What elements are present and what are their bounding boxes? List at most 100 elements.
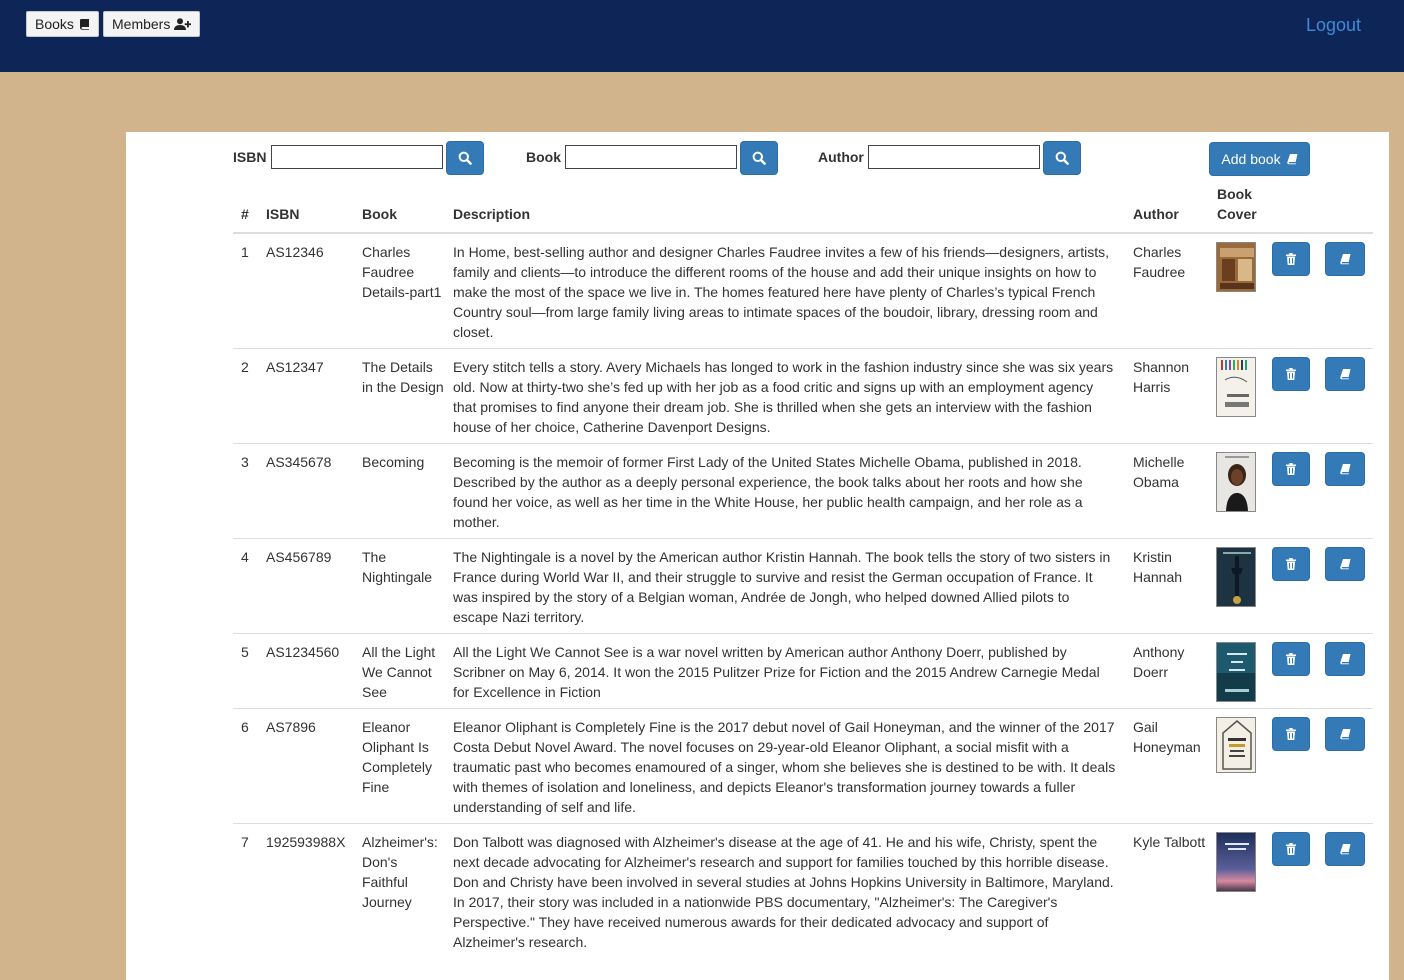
isbn-search-label: ISBN bbox=[233, 149, 267, 165]
author-search-button[interactable] bbox=[1043, 141, 1081, 175]
books-panel: ISBN Book Author Add book # ISBN Book De… bbox=[126, 132, 1389, 980]
book-icon bbox=[1339, 728, 1351, 740]
row-number: 7 bbox=[241, 834, 249, 850]
trash-icon bbox=[1286, 653, 1296, 665]
members-nav-label: Members bbox=[112, 16, 171, 32]
column-header-cover-line1: Book bbox=[1217, 186, 1252, 202]
books-nav-label: Books bbox=[35, 16, 74, 32]
row-description: Becoming is the memoir of former First L… bbox=[453, 454, 1083, 530]
column-header-book: Book bbox=[362, 206, 397, 222]
row-isbn: AS12347 bbox=[266, 359, 324, 375]
book-icon bbox=[1339, 368, 1351, 380]
table-row: 6 AS7896 Eleanor Oliphant Is Completely … bbox=[233, 709, 1373, 824]
book-icon bbox=[1339, 653, 1351, 665]
books-nav-button[interactable]: Books bbox=[26, 11, 99, 37]
row-number: 2 bbox=[241, 359, 249, 375]
isbn-search-button[interactable] bbox=[446, 141, 484, 175]
trash-icon bbox=[1286, 463, 1296, 475]
add-book-button[interactable]: Add book bbox=[1209, 142, 1310, 176]
row-number: 4 bbox=[241, 549, 249, 565]
book-cover-image bbox=[1216, 547, 1256, 607]
book-icon bbox=[1286, 153, 1298, 165]
edit-book-button[interactable] bbox=[1325, 642, 1365, 676]
trash-icon bbox=[1286, 728, 1296, 740]
members-nav-button[interactable]: Members bbox=[103, 11, 201, 37]
row-description: The Nightingale is a novel by the Americ… bbox=[453, 549, 1111, 625]
row-isbn: AS12346 bbox=[266, 244, 324, 260]
row-book-title: Charles Faudree Details-part1 bbox=[362, 244, 442, 300]
row-author: Michelle Obama bbox=[1133, 454, 1185, 490]
edit-book-button[interactable] bbox=[1325, 242, 1365, 276]
row-book-title: Becoming bbox=[362, 454, 425, 470]
book-icon bbox=[1339, 843, 1351, 855]
column-header-description: Description bbox=[453, 206, 531, 222]
delete-book-button[interactable] bbox=[1272, 547, 1310, 581]
row-number: 6 bbox=[241, 719, 249, 735]
row-author: Kristin Hannah bbox=[1133, 549, 1183, 585]
row-isbn: AS456789 bbox=[266, 549, 332, 565]
book-cover-image bbox=[1216, 717, 1256, 773]
row-author: Charles Faudree bbox=[1133, 244, 1186, 280]
book-cover-image bbox=[1216, 642, 1256, 702]
column-header-isbn: ISBN bbox=[266, 206, 300, 222]
row-number: 5 bbox=[241, 644, 249, 660]
trash-icon bbox=[1286, 368, 1296, 380]
row-description: Eleanor Oliphant is Completely Fine is t… bbox=[453, 719, 1116, 815]
row-author: Kyle Talbott bbox=[1133, 834, 1206, 850]
book-search-label: Book bbox=[526, 149, 561, 165]
column-header-cover-line2: Cover bbox=[1217, 206, 1257, 222]
edit-book-button[interactable] bbox=[1325, 357, 1365, 391]
delete-book-button[interactable] bbox=[1272, 242, 1310, 276]
row-isbn: 192593988X bbox=[266, 834, 346, 850]
trash-icon bbox=[1286, 253, 1296, 265]
row-author: Gail Honeyman bbox=[1133, 719, 1201, 755]
delete-book-button[interactable] bbox=[1272, 452, 1310, 486]
trash-icon bbox=[1286, 558, 1296, 570]
row-number: 3 bbox=[241, 454, 249, 470]
row-description: All the Light We Cannot See is a war nov… bbox=[453, 644, 1100, 700]
book-icon bbox=[78, 18, 90, 30]
book-icon bbox=[1339, 463, 1351, 475]
book-icon bbox=[1339, 558, 1351, 570]
table-row: 1 AS12346 Charles Faudree Details-part1 … bbox=[233, 234, 1373, 349]
book-cover-image bbox=[1216, 832, 1256, 892]
delete-book-button[interactable] bbox=[1272, 832, 1310, 866]
row-book-title: The Nightingale bbox=[362, 549, 433, 585]
delete-book-button[interactable] bbox=[1272, 642, 1310, 676]
row-book-title: Eleanor Oliphant Is Completely Fine bbox=[362, 719, 433, 795]
row-author: Anthony Doerr bbox=[1133, 644, 1185, 680]
delete-book-button[interactable] bbox=[1272, 717, 1310, 751]
table-row: 7 192593988X Alzheimer's: Don's Faithful… bbox=[233, 824, 1373, 964]
table-row: 5 AS1234560 All the Light We Cannot See … bbox=[233, 634, 1373, 709]
row-description: Every stitch tells a story. Avery Michae… bbox=[453, 359, 1114, 435]
delete-book-button[interactable] bbox=[1272, 357, 1310, 391]
top-navbar: Books Members Logout bbox=[0, 0, 1404, 72]
search-icon bbox=[458, 151, 472, 165]
row-book-title: All the Light We Cannot See bbox=[362, 644, 436, 700]
row-book-title: Alzheimer's: Don's Faithful Journey bbox=[362, 834, 438, 910]
row-book-title: The Details in the Design bbox=[362, 359, 444, 395]
add-book-label: Add book bbox=[1221, 151, 1281, 167]
edit-book-button[interactable] bbox=[1325, 832, 1365, 866]
edit-book-button[interactable] bbox=[1325, 717, 1365, 751]
book-icon bbox=[1339, 253, 1351, 265]
row-isbn: AS1234560 bbox=[266, 644, 340, 660]
add-user-icon bbox=[174, 18, 192, 30]
search-icon bbox=[1055, 151, 1069, 165]
column-header-num: # bbox=[241, 206, 249, 222]
book-cover-image bbox=[1216, 357, 1256, 417]
isbn-search-input[interactable] bbox=[271, 145, 443, 169]
logout-link[interactable]: Logout bbox=[1306, 15, 1361, 36]
edit-book-button[interactable] bbox=[1325, 452, 1365, 486]
book-cover-image bbox=[1216, 452, 1256, 512]
row-number: 1 bbox=[241, 244, 249, 260]
author-search-input[interactable] bbox=[868, 145, 1040, 169]
column-header-author: Author bbox=[1133, 206, 1179, 222]
row-description: Don Talbott was diagnosed with Alzheimer… bbox=[453, 834, 1114, 950]
table-row: 2 AS12347 The Details in the Design Ever… bbox=[233, 349, 1373, 444]
book-search-button[interactable] bbox=[740, 141, 778, 175]
trash-icon bbox=[1286, 843, 1296, 855]
edit-book-button[interactable] bbox=[1325, 547, 1365, 581]
book-search-input[interactable] bbox=[565, 145, 737, 169]
search-icon bbox=[752, 151, 766, 165]
